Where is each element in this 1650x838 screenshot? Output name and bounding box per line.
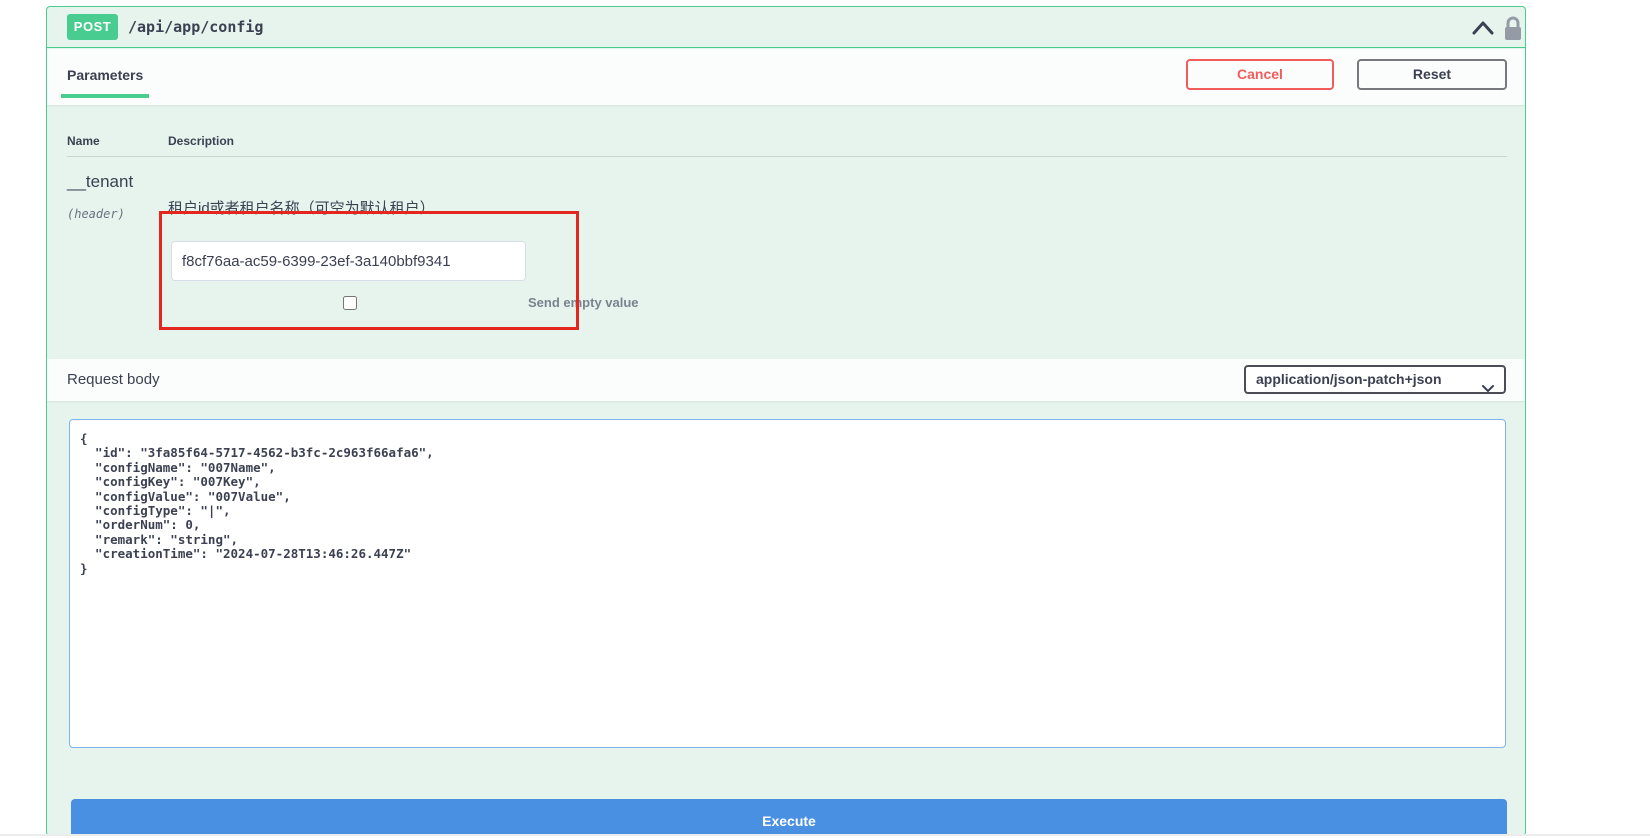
request-body-label: Request body	[67, 359, 160, 401]
column-header-description: Description	[168, 134, 234, 148]
chevron-down-icon	[1481, 376, 1495, 385]
table-header-divider	[67, 156, 1507, 157]
column-header-name: Name	[67, 134, 100, 148]
parameters-header-row: Parameters Cancel Reset	[47, 49, 1525, 105]
method-badge: POST	[67, 14, 118, 40]
page: POST /api/app/config Parameters Cancel R…	[0, 0, 1650, 838]
execute-button[interactable]: Execute	[71, 799, 1507, 836]
collapse-chevron-icon[interactable]	[1471, 20, 1495, 36]
endpoint-summary[interactable]: POST /api/app/config	[47, 7, 1525, 48]
endpoint-path: /api/app/config	[128, 7, 263, 48]
opblock-post: POST /api/app/config Parameters Cancel R…	[46, 6, 1526, 836]
tenant-value-input[interactable]	[171, 241, 526, 281]
tab-parameters[interactable]: Parameters	[61, 67, 149, 98]
param-location: (header)	[67, 207, 125, 221]
send-empty-checkbox[interactable]	[343, 296, 357, 310]
auth-lock-icon[interactable]	[1502, 15, 1524, 42]
request-body-editor[interactable]: { "id": "3fa85f64-5717-4562-b3fc-2c963f6…	[69, 419, 1506, 748]
reset-button[interactable]: Reset	[1357, 59, 1507, 90]
send-empty-label: Send empty value	[528, 295, 639, 310]
cancel-button[interactable]: Cancel	[1186, 59, 1334, 90]
param-name: __tenant	[67, 172, 133, 192]
media-type-select[interactable]: application/json-patch+json	[1244, 365, 1506, 394]
param-description: 租户id或者租户名称（可空为默认租户）	[168, 197, 435, 218]
media-type-value: application/json-patch+json	[1256, 371, 1442, 387]
request-body-header-row: Request body application/json-patch+json	[47, 359, 1525, 401]
